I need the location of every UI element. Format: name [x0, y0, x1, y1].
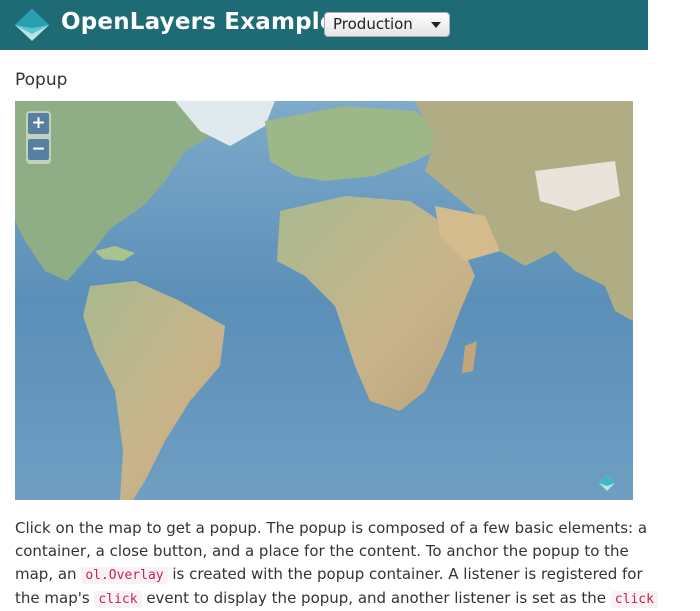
version-select[interactable]: Production — [324, 12, 450, 37]
code-ol-overlay: ol.Overlay — [81, 567, 168, 584]
openlayers-logo-icon[interactable] — [13, 6, 51, 44]
map-viewport[interactable] — [15, 101, 633, 500]
zoom-out-button[interactable]: − — [28, 139, 49, 160]
chevron-down-icon — [431, 22, 441, 28]
navbar: OpenLayers Examples Production — [0, 0, 648, 50]
description-text-3: event to display the popup, and another … — [141, 589, 611, 607]
page-title: Popup — [15, 70, 68, 90]
example-description: Click on the map to get a popup. The pop… — [15, 517, 665, 611]
zoom-control: + − — [26, 111, 51, 164]
world-map-image — [15, 101, 633, 500]
version-select-value: Production — [333, 15, 413, 33]
brand-title[interactable]: OpenLayers Examples — [61, 9, 350, 35]
attribution-button[interactable] — [598, 474, 616, 492]
zoom-in-button[interactable]: + — [28, 113, 49, 134]
